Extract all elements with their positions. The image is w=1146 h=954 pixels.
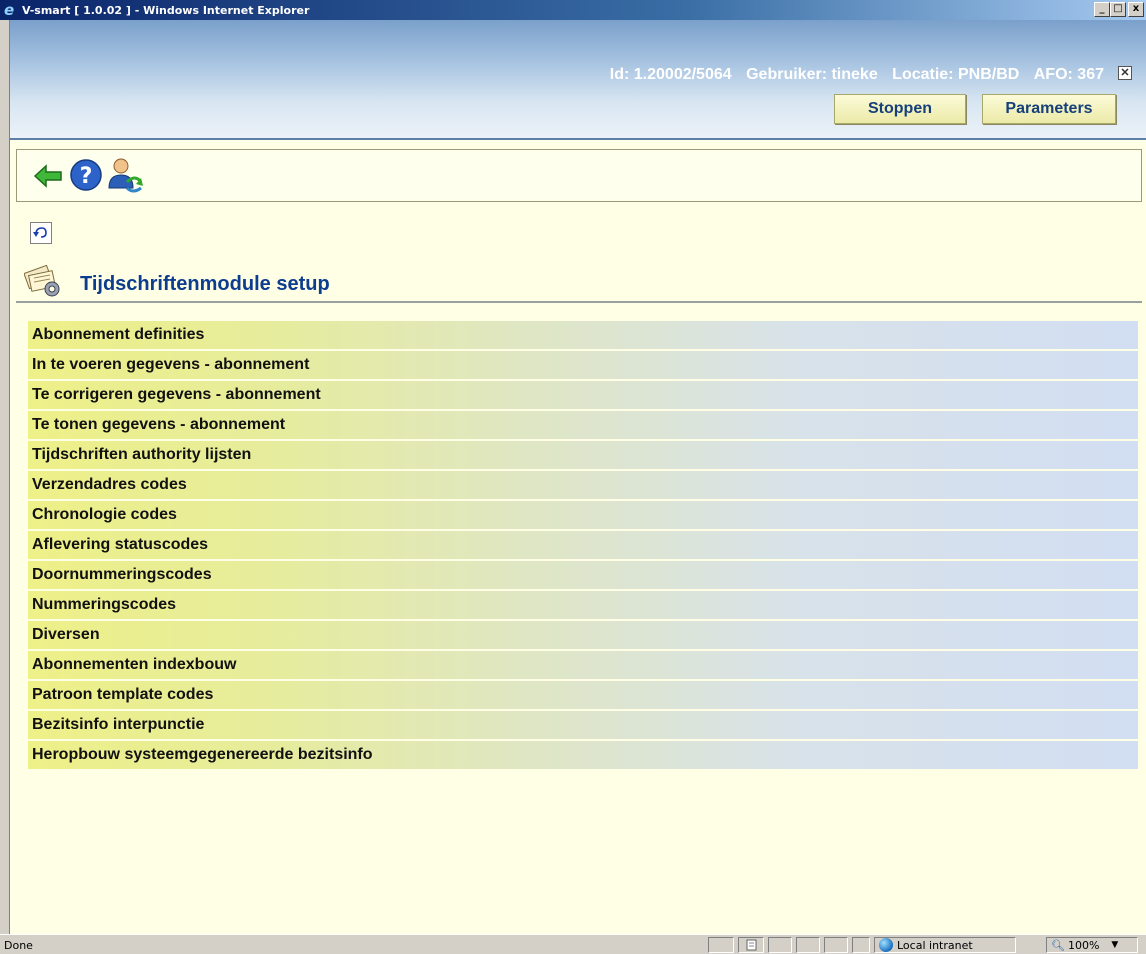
- stop-button[interactable]: Stoppen: [834, 94, 966, 124]
- menu-item-abonnementen-indexbouw[interactable]: Abonnementen indexbouw: [28, 651, 1138, 679]
- chevron-down-icon[interactable]: ▼: [1111, 940, 1118, 950]
- menu-item-in-te-voeren-gegevens[interactable]: In te voeren gegevens - abonnement: [28, 351, 1138, 379]
- menu-item-heropbouw-bezitsinfo[interactable]: Heropbouw systeemgegenereerde bezitsinfo: [28, 741, 1138, 769]
- menu-item-chronologie-codes[interactable]: Chronologie codes: [28, 501, 1138, 529]
- page-title: Tijdschriftenmodule setup: [80, 273, 330, 295]
- setup-menu-list: Abonnement definities In te voeren gegev…: [28, 321, 1138, 771]
- window-title: V-smart [ 1.0.02 ] - Windows Internet Ex…: [22, 3, 310, 17]
- statusbar-cell: [796, 937, 820, 953]
- menu-item-bezitsinfo-interpunctie[interactable]: Bezitsinfo interpunctie: [28, 711, 1138, 739]
- help-icon[interactable]: ?: [69, 158, 103, 197]
- statusbar-cell: [824, 937, 848, 953]
- session-info: Id: 1.20002/5064 Gebruiker: tineke Locat…: [600, 66, 1104, 84]
- intranet-globe-icon: [879, 938, 893, 952]
- window-controls: _ □ x: [1094, 2, 1144, 17]
- statusbar-cell: [708, 937, 734, 953]
- session-close-icon[interactable]: ✕: [1118, 66, 1132, 80]
- minimize-button[interactable]: _: [1094, 2, 1110, 17]
- ie-logo-icon: e: [4, 1, 15, 19]
- statusbar-cell: [768, 937, 792, 953]
- menu-item-diversen[interactable]: Diversen: [28, 621, 1138, 649]
- title-divider: [16, 301, 1142, 303]
- menu-item-verzendadres-codes[interactable]: Verzendadres codes: [28, 471, 1138, 499]
- menu-item-te-corrigeren-gegevens[interactable]: Te corrigeren gegevens - abonnement: [28, 381, 1138, 409]
- status-text: Done: [4, 939, 33, 952]
- security-zone[interactable]: Local intranet: [874, 937, 1016, 953]
- menu-item-authority-lijsten[interactable]: Tijdschriften authority lijsten: [28, 441, 1138, 469]
- menu-item-patroon-template-codes[interactable]: Patroon template codes: [28, 681, 1138, 709]
- menu-item-abonnement-definities[interactable]: Abonnement definities: [28, 321, 1138, 349]
- browser-statusbar: Done Local intranet 🔍︎ 100% ▼: [0, 934, 1146, 954]
- menu-item-te-tonen-gegevens[interactable]: Te tonen gegevens - abonnement: [28, 411, 1138, 439]
- menu-item-aflevering-statuscodes[interactable]: Aflevering statuscodes: [28, 531, 1138, 559]
- window-titlebar: e V-smart [ 1.0.02 ] - Windows Internet …: [0, 0, 1146, 20]
- restore-icon[interactable]: [30, 222, 52, 244]
- zone-label: Local intranet: [897, 938, 973, 952]
- zoom-icon: 🔍︎: [1051, 938, 1065, 952]
- periodicals-settings-icon: [23, 263, 64, 304]
- toolbar: ?: [16, 149, 1142, 202]
- session-location: Locatie: PNB/BD: [892, 66, 1020, 83]
- window-frame-left: [0, 20, 10, 934]
- page-title-row: Tijdschriftenmodule setup: [23, 263, 1142, 304]
- maximize-button[interactable]: □: [1110, 2, 1126, 17]
- zoom-level: 100%: [1067, 938, 1100, 952]
- zoom-control[interactable]: 🔍︎ 100% ▼: [1046, 937, 1138, 953]
- user-switch-icon[interactable]: [105, 156, 145, 199]
- back-arrow-icon[interactable]: [33, 164, 63, 193]
- menu-item-doornummeringscodes[interactable]: Doornummeringscodes: [28, 561, 1138, 589]
- session-afo: AFO: 367: [1033, 66, 1104, 83]
- session-user: Gebruiker: tineke: [746, 66, 878, 83]
- app-header: Id: 1.20002/5064 Gebruiker: tineke Locat…: [10, 20, 1146, 140]
- app-content: Id: 1.20002/5064 Gebruiker: tineke Locat…: [10, 20, 1146, 934]
- session-id: Id: 1.20002/5064: [609, 66, 732, 83]
- window-close-button[interactable]: x: [1128, 2, 1144, 17]
- svg-text:?: ?: [80, 164, 93, 189]
- page-icon: [738, 937, 764, 953]
- menu-item-nummeringscodes[interactable]: Nummeringscodes: [28, 591, 1138, 619]
- parameters-button[interactable]: Parameters: [982, 94, 1116, 124]
- statusbar-cell: [852, 937, 870, 953]
